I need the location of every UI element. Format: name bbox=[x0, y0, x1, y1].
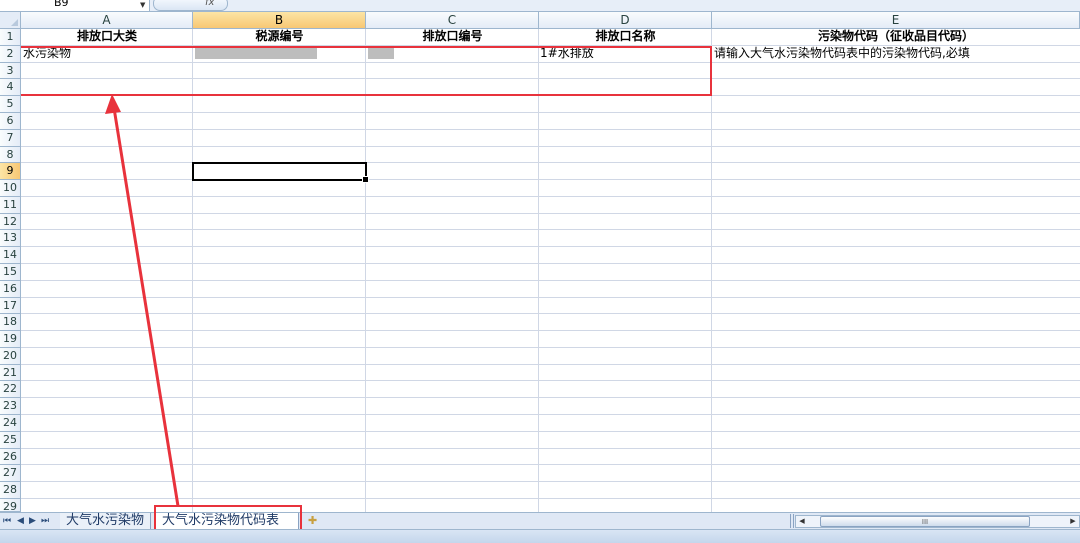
row-header[interactable]: 10 bbox=[0, 180, 21, 197]
column-header-c[interactable]: C bbox=[366, 12, 539, 29]
name-box-dropdown-icon[interactable]: ▼ bbox=[140, 0, 145, 10]
row-header[interactable]: 3 bbox=[0, 63, 21, 79]
last-sheet-icon[interactable]: ⏭ bbox=[41, 516, 49, 526]
annotation-highlight-box bbox=[21, 46, 712, 96]
column-header-a[interactable]: A bbox=[21, 12, 193, 29]
row-header[interactable]: 28 bbox=[0, 482, 21, 499]
column-header-b[interactable]: B bbox=[193, 12, 366, 29]
status-bar bbox=[0, 529, 1080, 543]
column-headers: A B C D E bbox=[0, 12, 1080, 29]
row-header[interactable]: 25 bbox=[0, 432, 21, 449]
header-cell-c1[interactable]: 排放口编号 bbox=[366, 29, 539, 45]
row-header[interactable]: 23 bbox=[0, 398, 21, 415]
insert-sheet-icon[interactable]: ✚ bbox=[303, 514, 333, 528]
tab-split-handle[interactable] bbox=[790, 514, 794, 528]
row-header[interactable]: 14 bbox=[0, 247, 21, 264]
name-box[interactable]: B9 bbox=[0, 0, 150, 11]
active-cell-selection[interactable] bbox=[192, 162, 369, 183]
column-header-d[interactable]: D bbox=[539, 12, 712, 29]
row-header[interactable]: 12 bbox=[0, 214, 21, 230]
cell-e2[interactable]: 请输入大气水污染物代码表中的污染物代码,必填 bbox=[714, 46, 1080, 62]
row-header[interactable]: 29 bbox=[0, 499, 21, 513]
cell-grid[interactable]: 排放口大类 税源编号 排放口编号 排放口名称 污染物代码（征收品目代码） 水污染… bbox=[21, 29, 1080, 512]
select-all-button[interactable] bbox=[0, 12, 21, 29]
row-header[interactable]: 26 bbox=[0, 449, 21, 465]
formula-controls[interactable] bbox=[153, 0, 228, 11]
scroll-right-icon[interactable]: ▶ bbox=[1067, 516, 1079, 527]
row-header-selected[interactable]: 9 bbox=[0, 163, 21, 180]
scroll-left-icon[interactable]: ◀ bbox=[796, 516, 808, 527]
header-cell-d1[interactable]: 排放口名称 bbox=[539, 29, 712, 45]
row-header[interactable]: 8 bbox=[0, 147, 21, 163]
row-header[interactable]: 4 bbox=[0, 79, 21, 96]
formula-bar: B9 ▼ fx bbox=[0, 0, 1080, 12]
row-header[interactable]: 20 bbox=[0, 348, 21, 365]
row-header[interactable]: 6 bbox=[0, 113, 21, 130]
row-header[interactable]: 18 bbox=[0, 314, 21, 331]
row-header[interactable]: 5 bbox=[0, 96, 21, 113]
header-cell-b1[interactable]: 税源编号 bbox=[193, 29, 366, 45]
row-header[interactable]: 24 bbox=[0, 415, 21, 432]
row-header[interactable]: 13 bbox=[0, 230, 21, 247]
row-header[interactable]: 22 bbox=[0, 381, 21, 398]
annotation-tab-highlight bbox=[154, 505, 302, 532]
row-header[interactable]: 16 bbox=[0, 281, 21, 298]
header-cell-a1[interactable]: 排放口大类 bbox=[21, 29, 193, 45]
row-header[interactable]: 2 bbox=[0, 46, 21, 63]
row-header[interactable]: 21 bbox=[0, 365, 21, 381]
row-header[interactable]: 17 bbox=[0, 298, 21, 314]
previous-sheet-icon[interactable]: ◀ bbox=[17, 516, 24, 526]
fx-icon[interactable]: fx bbox=[205, 0, 214, 8]
row-header[interactable]: 7 bbox=[0, 130, 21, 147]
header-cell-e1[interactable]: 污染物代码（征收品目代码） bbox=[712, 29, 1080, 45]
scrollbar-thumb[interactable]: III bbox=[820, 516, 1030, 527]
first-sheet-icon[interactable]: ⏮ bbox=[3, 516, 11, 526]
next-sheet-icon[interactable]: ▶ bbox=[29, 516, 36, 526]
row-header[interactable]: 27 bbox=[0, 465, 21, 482]
row-header[interactable]: 19 bbox=[0, 331, 21, 348]
column-header-e[interactable]: E bbox=[712, 12, 1080, 29]
sheet-tab-1[interactable]: 大气水污染物 bbox=[60, 513, 152, 529]
row-header[interactable]: 15 bbox=[0, 264, 21, 281]
horizontal-scrollbar[interactable]: ◀ III ▶ bbox=[795, 515, 1080, 528]
row-header[interactable]: 11 bbox=[0, 197, 21, 214]
row-header[interactable]: 1 bbox=[0, 29, 21, 46]
